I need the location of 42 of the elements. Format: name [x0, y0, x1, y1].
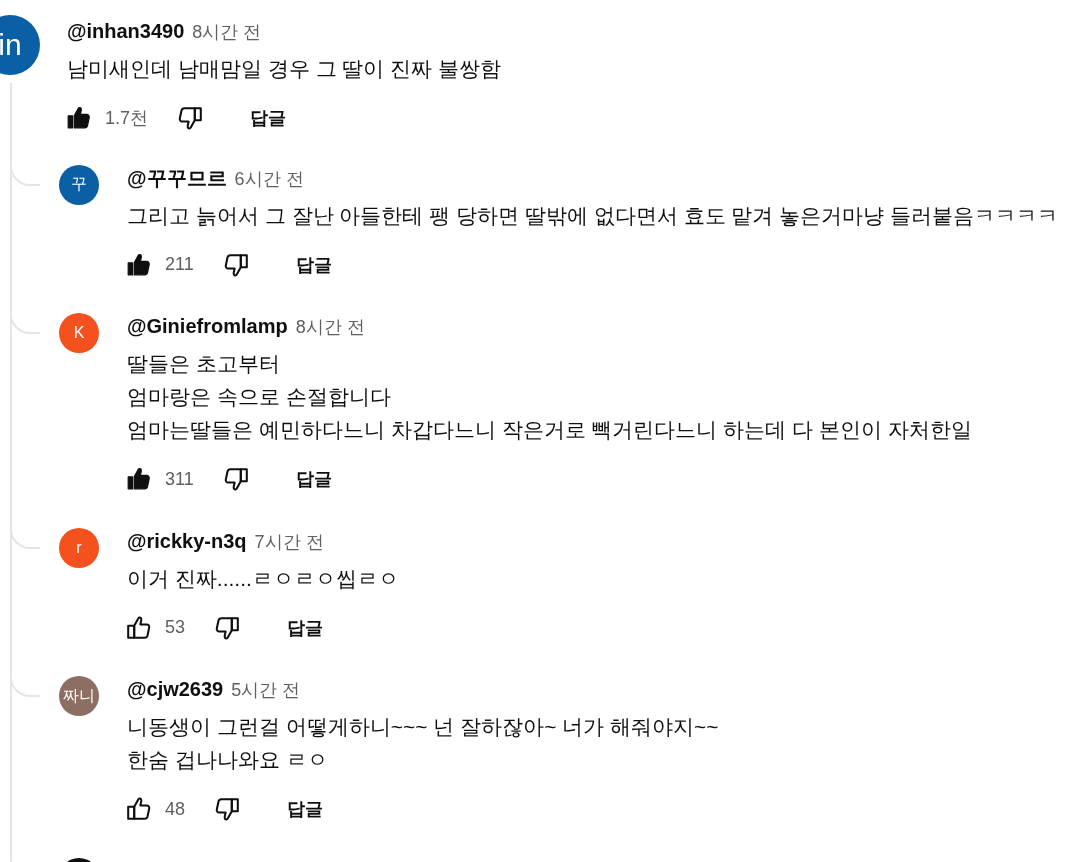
avatar[interactable]: K — [59, 313, 99, 353]
username-link[interactable]: @Giniefromlamp — [127, 313, 288, 340]
timestamp[interactable]: 8시간 전 — [295, 314, 365, 341]
dislike-button[interactable] — [223, 252, 248, 277]
dislike-button[interactable] — [178, 106, 203, 130]
reply-button[interactable]: 답글 — [295, 467, 332, 491]
avatar[interactable]: r — [59, 527, 99, 568]
username-link[interactable]: @꾸꾸므르 — [127, 164, 227, 192]
timestamp[interactable]: 7시간 전 — [254, 528, 324, 556]
avatar[interactable]: 꾸 — [59, 164, 99, 205]
username-link[interactable]: @cjw2639 — [127, 676, 224, 703]
thumbs-down-icon — [215, 615, 240, 640]
username-link[interactable]: @inhan3490 — [67, 18, 185, 45]
dislike-button[interactable] — [215, 797, 240, 821]
reply-button[interactable]: 답글 — [295, 252, 332, 277]
like-button[interactable]: 53 — [127, 615, 186, 640]
comment-text: 남미새인데 남매맘일 경우 그 딸이 진짜 불쌍함 — [67, 56, 501, 82]
comment-text: 그리고 늙어서 그 잘난 아들한테 팽 당하면 딸밖에 없다면서 효도 맡겨 놓은거마냥 들러붙음ㅋㅋㅋㅋ — [127, 202, 1058, 229]
reply-button[interactable]: 답글 — [287, 797, 324, 821]
timestamp[interactable]: 8시간 전 — [192, 19, 262, 46]
thread-connector — [10, 313, 40, 334]
reply-button[interactable]: 답글 — [250, 106, 287, 130]
comment-text: 이거 진짜......ㄹㅇㄹㅇ씹ㄹㅇ — [127, 565, 399, 592]
like-button[interactable]: 211 — [127, 252, 194, 277]
thumbs-down-icon — [178, 106, 203, 130]
like-button[interactable]: 311 — [127, 467, 194, 491]
timestamp[interactable]: 6시간 전 — [234, 165, 304, 193]
like-button[interactable]: 48 — [127, 797, 186, 821]
thread-connector — [10, 676, 40, 697]
thumbs-down-icon — [223, 467, 248, 491]
comment-text: 딸들은 초고부터 엄마랑은 속으로 손절합니다 엄마는딸들은 예민하다느니 차갑다느니 작은거로 빽거린다느니 하는데 다 본인이 자처한일 — [127, 351, 972, 443]
dislike-button[interactable] — [223, 467, 248, 491]
username-link[interactable]: @rickky-n3q — [127, 527, 247, 555]
reply-button[interactable]: 답글 — [287, 615, 324, 640]
like-button[interactable]: 1.7천 — [67, 106, 149, 130]
avatar[interactable]: 짜니 — [59, 676, 99, 716]
comment-text: 니동생이 그런걸 어떻게하니~~~ 넌 잘하잖아~ 너가 해줘야지~~ 한숨 겁나나와요 ㄹㅇ — [127, 714, 719, 773]
avatar[interactable]: in — [0, 15, 40, 75]
thumbs-down-icon — [215, 797, 240, 821]
thumbs-down-icon — [223, 252, 248, 277]
timestamp[interactable]: 5시간 전 — [231, 677, 301, 704]
dislike-button[interactable] — [215, 615, 240, 640]
